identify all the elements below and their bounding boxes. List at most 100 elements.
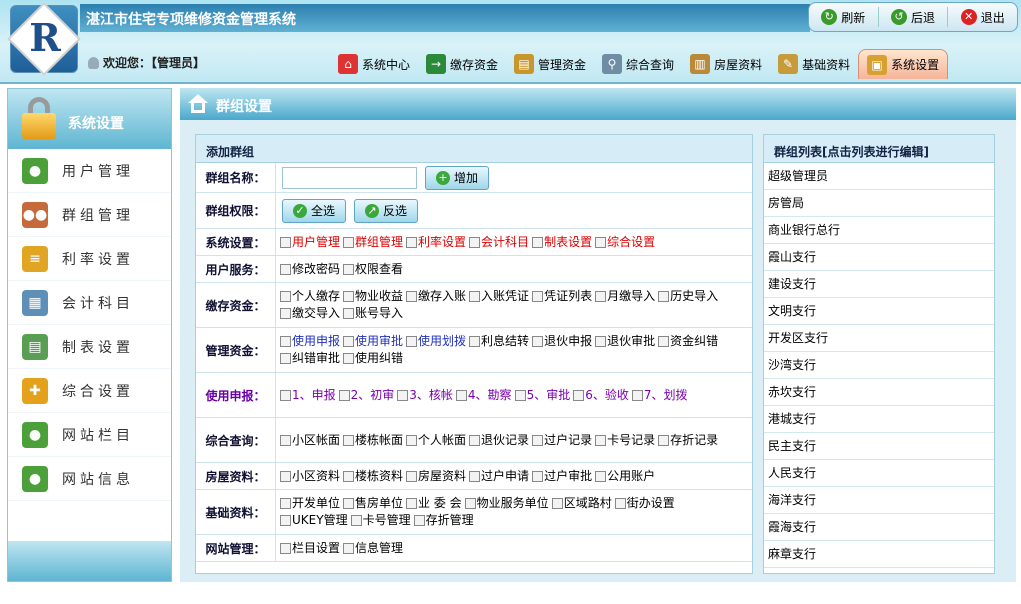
permission-checkbox[interactable]: 过户审批: [532, 468, 592, 485]
checkbox-icon[interactable]: [406, 434, 418, 446]
permission-checkbox[interactable]: 制表设置: [532, 234, 592, 251]
exit-button[interactable]: ✕ 退出: [960, 9, 1005, 26]
checkbox-icon[interactable]: [280, 389, 291, 401]
permission-checkbox[interactable]: 1、申报: [280, 387, 336, 404]
checkbox-icon[interactable]: [514, 389, 526, 401]
checkbox-icon[interactable]: [280, 336, 291, 347]
sidebar-item-report-settings[interactable]: ▤ 制表设置: [8, 325, 171, 369]
permission-checkbox[interactable]: 房屋资料: [406, 468, 466, 485]
permission-checkbox[interactable]: 3、核帐: [397, 387, 453, 404]
permission-checkbox[interactable]: 开发单位: [280, 495, 340, 512]
group-name-input[interactable]: [282, 166, 417, 189]
group-list-item[interactable]: 人民支行: [764, 460, 994, 487]
checkbox-icon[interactable]: [343, 336, 355, 347]
sidebar-item-user-management[interactable]: ● 用户管理: [8, 149, 171, 193]
checkbox-icon[interactable]: [343, 434, 355, 446]
checkbox-icon[interactable]: [280, 434, 291, 446]
permission-checkbox[interactable]: 修改密码: [280, 261, 340, 278]
checkbox-icon[interactable]: [280, 308, 291, 319]
permission-checkbox[interactable]: 使用审批: [343, 333, 403, 350]
checkbox-icon[interactable]: [469, 470, 481, 482]
checkbox-icon[interactable]: [280, 353, 291, 364]
checkbox-icon[interactable]: [343, 470, 355, 482]
group-list-item[interactable]: 港城支行: [764, 406, 994, 433]
sidebar-item-group-management[interactable]: ●● 群组管理: [8, 193, 171, 237]
group-list-item[interactable]: 民主支行: [764, 433, 994, 460]
checkbox-icon[interactable]: [343, 291, 355, 302]
group-list-item[interactable]: 赤坎支行: [764, 379, 994, 406]
permission-checkbox[interactable]: 缴存入账: [406, 288, 466, 305]
permission-checkbox[interactable]: 纠错审批: [280, 350, 340, 367]
permission-checkbox[interactable]: 公用账户: [595, 468, 655, 485]
checkbox-icon[interactable]: [658, 434, 670, 446]
checkbox-icon[interactable]: [280, 515, 291, 526]
permission-checkbox[interactable]: 卡号记录: [595, 432, 655, 449]
checkbox-icon[interactable]: [532, 236, 544, 248]
permission-checkbox[interactable]: UKEY管理: [280, 512, 348, 529]
permission-checkbox[interactable]: 存折记录: [658, 432, 718, 449]
permission-checkbox[interactable]: 小区帐面: [280, 432, 340, 449]
permission-checkbox[interactable]: 7、划拨: [631, 387, 687, 404]
permission-checkbox[interactable]: 区域路村: [551, 495, 612, 512]
permission-checkbox[interactable]: 使用申报: [280, 333, 340, 350]
checkbox-icon[interactable]: [469, 336, 481, 347]
group-list-item[interactable]: 文明支行: [764, 298, 994, 325]
permission-checkbox[interactable]: 小区资料: [280, 468, 340, 485]
nav-housing[interactable]: ▥ 房屋资料: [682, 49, 770, 79]
checkbox-icon[interactable]: [455, 389, 467, 401]
checkbox-icon[interactable]: [406, 498, 418, 509]
refresh-button[interactable]: ↻ 刷新: [821, 9, 865, 26]
checkbox-icon[interactable]: [397, 389, 409, 401]
checkbox-icon[interactable]: [532, 470, 544, 482]
checkbox-icon[interactable]: [280, 498, 291, 509]
permission-checkbox[interactable]: 2、初审: [338, 387, 394, 404]
select-all-button[interactable]: ✓ 全选: [282, 198, 347, 223]
permission-checkbox[interactable]: 退伙申报: [532, 333, 592, 350]
permission-checkbox[interactable]: 楼栋资料: [343, 468, 403, 485]
permission-checkbox[interactable]: 4、勘察: [455, 387, 512, 404]
checkbox-icon[interactable]: [658, 336, 670, 347]
permission-checkbox[interactable]: 退伙审批: [595, 333, 655, 350]
permission-checkbox[interactable]: 存折管理: [413, 512, 474, 529]
checkbox-icon[interactable]: [280, 291, 291, 302]
permission-checkbox[interactable]: 个人缴存: [280, 288, 340, 305]
back-button[interactable]: ↺ 后退: [890, 9, 935, 26]
checkbox-icon[interactable]: [595, 336, 607, 347]
permission-checkbox[interactable]: 6、验收: [573, 387, 629, 404]
permission-checkbox[interactable]: 楼栋帐面: [343, 432, 403, 449]
checkbox-icon[interactable]: [350, 515, 362, 526]
permission-checkbox[interactable]: 退伙记录: [469, 432, 529, 449]
permission-checkbox[interactable]: 资金纠错: [658, 333, 718, 350]
nav-basic-data[interactable]: ✎ 基础资料: [770, 49, 858, 79]
group-list-item[interactable]: 超级管理员: [764, 163, 994, 190]
checkbox-icon[interactable]: [343, 263, 355, 275]
permission-checkbox[interactable]: 凭证列表: [532, 288, 592, 305]
checkbox-icon[interactable]: [469, 291, 481, 302]
sidebar-item-site-columns[interactable]: ● 网站栏目: [8, 413, 171, 457]
sidebar-item-accounting[interactable]: ▦ 会计科目: [8, 281, 171, 325]
permission-checkbox[interactable]: 过户记录: [532, 432, 592, 449]
permission-checkbox[interactable]: 街办设置: [614, 495, 675, 512]
checkbox-icon[interactable]: [343, 498, 355, 509]
permission-checkbox[interactable]: 个人帐面: [406, 432, 466, 449]
permission-checkbox[interactable]: 用户管理: [280, 234, 340, 251]
nav-manage-funds[interactable]: ▤ 管理资金: [506, 49, 594, 79]
checkbox-icon[interactable]: [595, 236, 607, 248]
permission-checkbox[interactable]: 信息管理: [343, 540, 403, 557]
checkbox-icon[interactable]: [631, 389, 643, 401]
checkbox-icon[interactable]: [595, 291, 607, 302]
permission-checkbox[interactable]: 5、审批: [514, 387, 570, 404]
checkbox-icon[interactable]: [338, 389, 350, 401]
group-list-item[interactable]: 商业银行总行: [764, 217, 994, 244]
group-list-item[interactable]: 海洋支行: [764, 487, 994, 514]
group-list-item[interactable]: 房管局: [764, 190, 994, 217]
permission-checkbox[interactable]: 卡号管理: [350, 512, 411, 529]
checkbox-icon[interactable]: [343, 308, 355, 319]
permission-checkbox[interactable]: 缴交导入: [280, 305, 340, 322]
checkbox-icon[interactable]: [573, 389, 585, 401]
checkbox-icon[interactable]: [406, 236, 418, 248]
group-list-item[interactable]: 霞山支行: [764, 244, 994, 271]
checkbox-icon[interactable]: [406, 470, 418, 482]
nav-deposit-funds[interactable]: → 缴存资金: [418, 49, 506, 79]
checkbox-icon[interactable]: [658, 291, 670, 302]
